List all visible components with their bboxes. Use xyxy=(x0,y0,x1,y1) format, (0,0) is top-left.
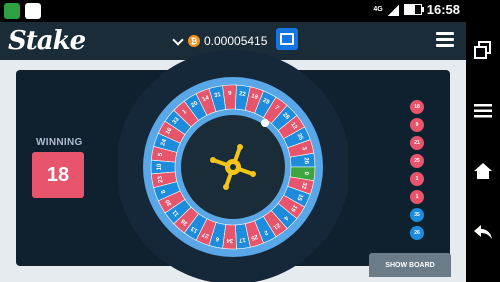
hamburger-menu-icon[interactable] xyxy=(436,32,454,50)
show-board-button[interactable]: SHOW BOARD xyxy=(369,253,451,277)
balance-amount: 0.00005415 xyxy=(204,34,268,48)
history-result-chip: 9 xyxy=(410,118,424,132)
winning-label: WINNING xyxy=(36,137,83,148)
history-result-chip: 35 xyxy=(410,208,424,222)
chevron-down-icon xyxy=(172,33,184,46)
battery-icon xyxy=(403,4,424,15)
notes-app-icon xyxy=(25,3,41,19)
history-result-chip: 26 xyxy=(410,226,424,240)
previous-results: 18 9 21 25 1 1 35 26 xyxy=(410,100,424,240)
status-left-icons xyxy=(4,3,41,19)
back-icon[interactable] xyxy=(471,220,495,244)
recent-apps-icon[interactable] xyxy=(471,38,495,62)
notification-app-icon xyxy=(4,3,20,19)
wallet-icon xyxy=(280,33,294,45)
system-nav-bar xyxy=(466,0,500,282)
bitcoin-icon: ₿ xyxy=(188,35,200,47)
history-result-chip: 18 xyxy=(410,100,424,114)
signal-icon xyxy=(387,3,399,16)
status-bar: 4G 16:58 xyxy=(0,0,466,22)
home-icon[interactable] xyxy=(471,159,495,183)
winning-number: 18 xyxy=(32,152,84,198)
roulette-ball xyxy=(261,119,269,127)
history-result-chip: 1 xyxy=(410,172,424,186)
history-result-chip: 21 xyxy=(410,136,424,150)
wheel-pocket xyxy=(150,159,176,175)
wheel-pocket-number: 26 xyxy=(302,157,309,165)
network-type: 4G xyxy=(373,6,383,13)
history-result-chip: 1 xyxy=(410,190,424,204)
clock: 16:58 xyxy=(426,2,460,17)
status-right: 4G 16:58 xyxy=(373,2,460,17)
stake-logo[interactable]: Stake xyxy=(8,26,86,56)
wallet-button[interactable] xyxy=(276,28,298,50)
wheel-pocket-number: 34 xyxy=(226,237,234,243)
wheel-pocket-number: 10 xyxy=(157,163,163,170)
menu-icon[interactable] xyxy=(471,99,495,123)
roulette-wheel: 10524163312014 31 9 22 182972812353260321519… xyxy=(118,50,348,282)
history-result-chip: 25 xyxy=(410,154,424,168)
